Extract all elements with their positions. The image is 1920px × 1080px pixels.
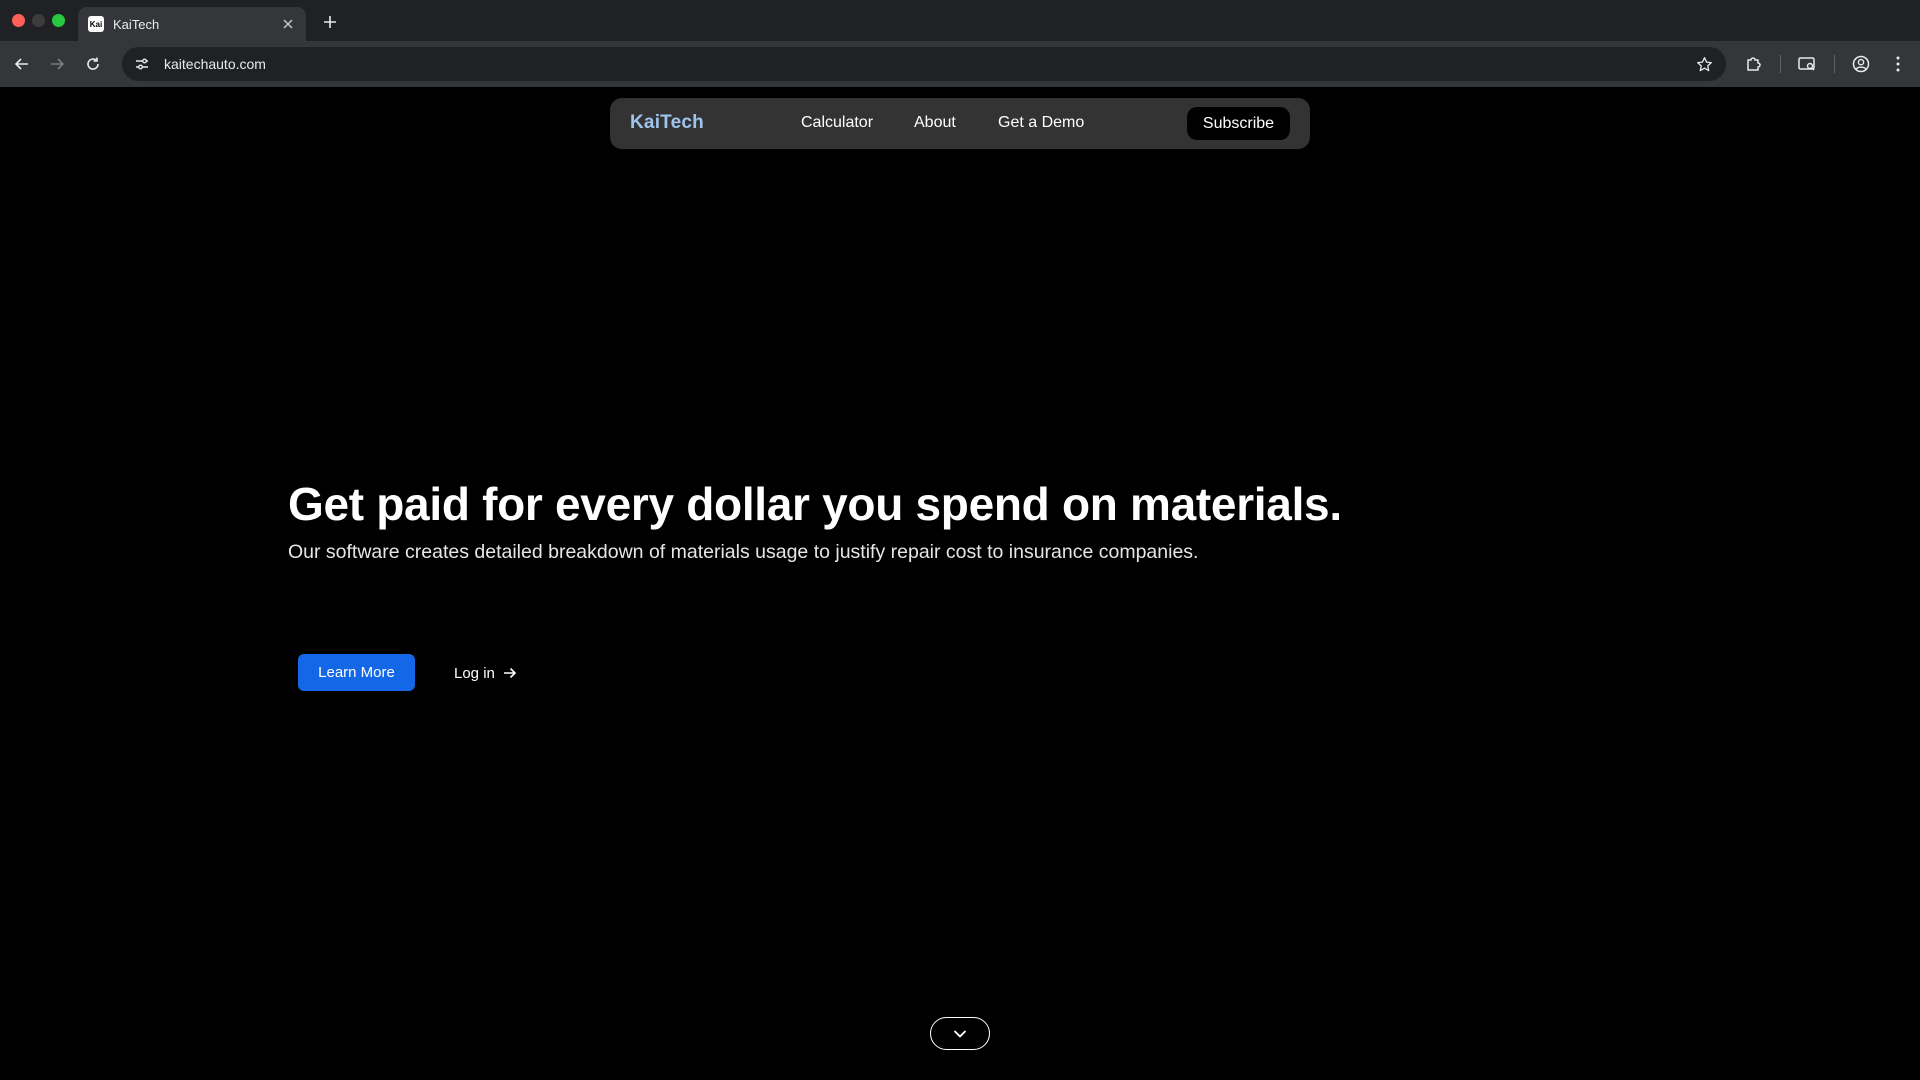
- browser-tab-active[interactable]: Kai KaiTech: [78, 7, 306, 41]
- plus-icon[interactable]: [318, 10, 342, 34]
- nav-link-get-a-demo[interactable]: Get a Demo: [998, 114, 1084, 132]
- kaitech-favicon-icon: Kai: [88, 16, 104, 32]
- cast-search-icon[interactable]: [1795, 52, 1819, 76]
- subscribe-button[interactable]: Subscribe: [1187, 107, 1290, 140]
- browser-toolbar: kaitechauto.com: [0, 41, 1920, 87]
- nav-link-about[interactable]: About: [914, 114, 956, 132]
- puzzle-icon[interactable]: [1742, 52, 1766, 76]
- hero-subtitle: Our software creates detailed breakdown …: [288, 541, 1199, 563]
- browser-tabstrip: Kai KaiTech: [0, 0, 1920, 41]
- chevron-down-icon: [953, 1029, 967, 1039]
- learn-more-button[interactable]: Learn More: [298, 654, 415, 691]
- page-viewport: KaiTech Calculator About Get a Demo Subs…: [0, 87, 1920, 1080]
- url-text[interactable]: kaitechauto.com: [164, 56, 266, 72]
- tab-title: KaiTech: [113, 16, 160, 32]
- login-label: Log in: [454, 664, 495, 682]
- address-bar[interactable]: kaitechauto.com: [122, 47, 1726, 81]
- close-icon[interactable]: [280, 16, 296, 32]
- toolbar-divider: [1780, 55, 1781, 73]
- hero-title: Get paid for every dollar you spend on m…: [288, 478, 1342, 530]
- brand-logo[interactable]: KaiTech: [630, 112, 704, 134]
- scroll-down-button[interactable]: [930, 1017, 990, 1050]
- window-maximize-button[interactable]: [52, 14, 65, 27]
- profile-icon[interactable]: [1849, 52, 1873, 76]
- arrow-right-icon: [503, 666, 517, 680]
- window-minimize-button[interactable]: [32, 14, 45, 27]
- reload-icon[interactable]: [81, 52, 105, 76]
- login-link[interactable]: Log in: [454, 661, 517, 685]
- window-close-button[interactable]: [12, 14, 25, 27]
- toolbar-divider: [1834, 55, 1835, 73]
- favicon-text: Kai: [89, 19, 103, 29]
- nav-link-calculator[interactable]: Calculator: [801, 114, 873, 132]
- arrow-left-icon[interactable]: [10, 52, 34, 76]
- star-icon[interactable]: [1692, 52, 1716, 76]
- site-navbar: KaiTech Calculator About Get a Demo Subs…: [610, 98, 1310, 149]
- kebab-menu-icon[interactable]: [1886, 52, 1910, 76]
- arrow-right-icon[interactable]: [45, 52, 69, 76]
- tune-icon[interactable]: [130, 52, 154, 76]
